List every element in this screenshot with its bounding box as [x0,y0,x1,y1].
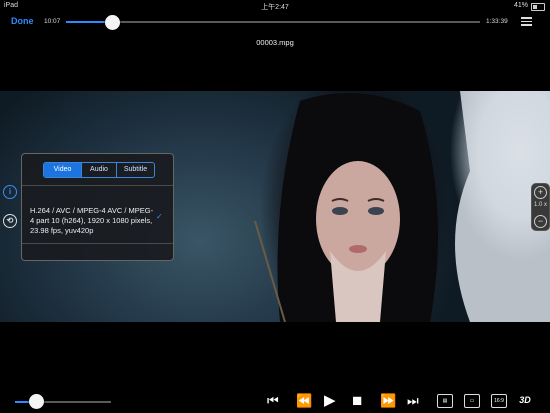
checkmark-icon: ✓ [156,212,163,221]
current-time: 10:07 [44,18,61,25]
zoom-level: 1.0 x [533,202,547,208]
zoom-in-icon[interactable]: + [534,186,547,199]
zoom-control: + 1.0 x − [531,183,550,231]
info-icon[interactable]: i [3,185,17,199]
skip-forward-button[interactable]: ⏭ [407,392,419,410]
stop-button[interactable]: ■ [352,392,362,410]
divider [22,243,173,244]
volume-thumb[interactable] [29,394,45,409]
battery-percent: 41% [513,2,528,9]
aspect-ratio-button[interactable]: 16:9 [491,394,507,408]
total-time: 1:33:39 [486,18,508,25]
track-settings-panel: Video Audio Subtitle H.264 / AVC / MPEG-… [21,153,174,261]
tab-subtitle[interactable]: Subtitle [117,163,154,177]
subtitle-icon[interactable]: ▤ [437,394,453,408]
play-button[interactable]: ▶ [324,392,336,410]
seek-bar[interactable] [66,21,480,23]
skip-back-button[interactable]: ⏮ [267,392,279,410]
lock-rotation-icon[interactable]: ⟲ [3,214,17,228]
done-button[interactable]: Done [11,16,34,26]
status-bar: iPad 上午2:47 41% [0,0,550,12]
zoom-out-icon[interactable]: − [534,215,547,228]
tab-video[interactable]: Video [44,163,82,177]
screen-mode-icon[interactable]: ▭ [464,394,480,408]
battery-icon [531,3,545,11]
3d-mode-button[interactable]: 3D [518,394,532,406]
track-tabs: Video Audio Subtitle [43,162,155,178]
clock: 上午2:47 [261,4,289,11]
divider [22,185,173,186]
fast-forward-button[interactable]: ⏩ [380,392,396,410]
video-track-info[interactable]: H.264 / AVC / MPEG-4 AVC / MPEG-4 part 1… [30,206,155,236]
seek-thumb[interactable] [104,15,120,30]
rewind-button[interactable]: ⏪ [296,392,312,410]
file-name: 00003.mpg [256,38,294,47]
playlist-menu-icon[interactable] [521,17,532,26]
tab-audio[interactable]: Audio [82,163,117,177]
